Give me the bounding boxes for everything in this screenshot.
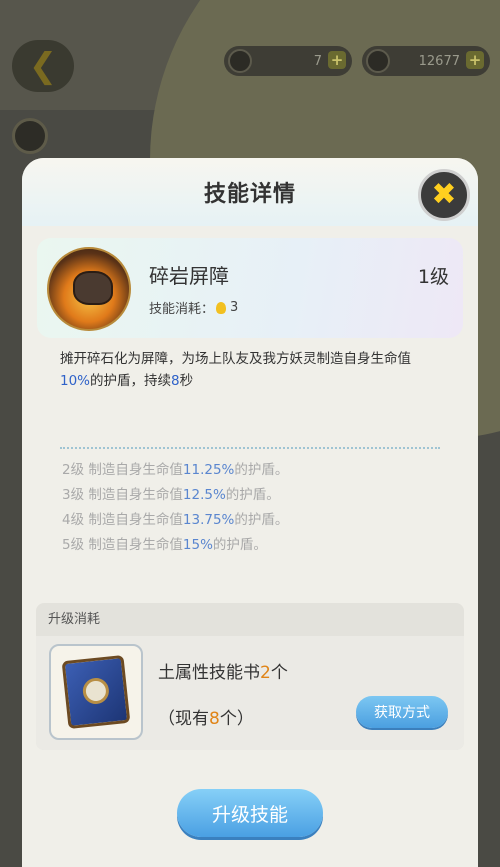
- required-item: 土属性技能书2个: [158, 658, 288, 683]
- desc-duration: 8: [171, 373, 180, 389]
- level-suffix: 的护盾。: [234, 512, 289, 528]
- level-suffix: 的护盾。: [225, 487, 280, 503]
- upgrade-cost-header: 升级消耗: [48, 612, 101, 627]
- level-label: 3级: [62, 487, 85, 503]
- level-value: 11.25%: [182, 462, 235, 478]
- upgrade-cost-panel: 升级消耗 土属性技能书2个 （现有8个） 获取方式: [36, 603, 464, 750]
- level-value: 12.5%: [182, 487, 226, 503]
- desc-part3: 秒: [179, 373, 194, 389]
- item-name: 土属性技能书: [158, 663, 260, 683]
- add-crystal-button[interactable]: +: [466, 51, 484, 69]
- currency-coin-value: 7: [313, 53, 322, 69]
- currency-crystal-pill: 12677 +: [362, 46, 490, 76]
- back-arrow-icon: ❮: [28, 46, 58, 86]
- skill-book-slot[interactable]: [49, 644, 143, 740]
- owned-prefix: （现有: [158, 709, 209, 729]
- upgrade-cost-body: 土属性技能书2个 （现有8个） 获取方式: [36, 636, 464, 750]
- close-icon: ✖: [431, 177, 457, 212]
- earth-element-icon: [12, 118, 48, 154]
- desc-part2: 的护盾，持续: [90, 373, 172, 389]
- energy-bulb-icon: [216, 301, 227, 314]
- crystal-icon: [366, 49, 390, 73]
- skill-level: 1级: [417, 266, 449, 288]
- skill-rock-barrier-icon: [47, 247, 131, 331]
- level-row: 5级 制造自身生命值15%的护盾。: [62, 533, 288, 558]
- level-row: 4级 制造自身生命值13.75%的护盾。: [62, 508, 288, 533]
- modal-title: 技能详情: [203, 182, 296, 207]
- earth-emblem-icon: [81, 676, 111, 706]
- level-prefix: 制造自身生命值: [88, 487, 183, 503]
- desc-percent: 10%: [60, 373, 91, 389]
- level-label: 2级: [62, 462, 85, 478]
- back-button[interactable]: ❮: [12, 40, 74, 92]
- skill-description: 摊开碎石化为屏障，为场上队友及我方妖灵制造自身生命值 10%的护盾，持续8秒: [60, 348, 440, 392]
- level-suffix: 的护盾。: [234, 462, 289, 478]
- add-coin-button[interactable]: +: [328, 51, 346, 69]
- owned-suffix: 个）: [219, 709, 254, 729]
- level-progression-list: 2级 制造自身生命值11.25%的护盾。 3级 制造自身生命值12.5%的护盾。…: [62, 458, 288, 558]
- level-prefix: 制造自身生命值: [88, 512, 183, 528]
- level-label: 4级: [62, 512, 85, 528]
- get-method-button[interactable]: 获取方式: [356, 696, 448, 728]
- level-prefix: 制造自身生命值: [88, 462, 183, 478]
- skill-name: 碎岩屏障: [149, 264, 229, 288]
- close-button[interactable]: ✖: [418, 169, 470, 221]
- earth-skill-book-icon: [61, 654, 131, 730]
- item-unit: 个: [270, 663, 288, 683]
- level-label: 5级: [62, 537, 85, 553]
- desc-part1: 摊开碎石化为屏障，为场上队友及我方妖灵制造自身生命值: [60, 351, 411, 367]
- level-prefix: 制造自身生命值: [88, 537, 183, 553]
- currency-coin-pill: 7 +: [224, 46, 352, 76]
- owned-item-count: （现有8个）: [158, 704, 254, 729]
- rock-icon: [73, 271, 113, 305]
- skill-cost-value: 3: [230, 300, 239, 315]
- skill-cost: 技能消耗： 3: [149, 298, 238, 317]
- upgrade-skill-button[interactable]: 升级技能: [177, 789, 323, 837]
- skill-cost-label: 技能消耗：: [149, 302, 215, 317]
- modal-header: 技能详情: [22, 158, 478, 226]
- level-row: 2级 制造自身生命值11.25%的护盾。: [62, 458, 288, 483]
- coin-icon: [228, 49, 252, 73]
- currency-crystal-value: 12677: [418, 53, 460, 69]
- skill-detail-modal: 技能详情 碎岩屏障 1级 技能消耗： 3 摊开碎石化为屏障，为场上队友及我方妖灵…: [22, 158, 478, 867]
- divider: [60, 447, 440, 449]
- skill-card: 碎岩屏障 1级 技能消耗： 3: [37, 238, 463, 338]
- owned-count: 8: [209, 709, 220, 729]
- level-value: 15%: [182, 537, 213, 553]
- level-row: 3级 制造自身生命值12.5%的护盾。: [62, 483, 288, 508]
- level-value: 13.75%: [182, 512, 235, 528]
- item-count: 2: [260, 663, 271, 683]
- level-suffix: 的护盾。: [212, 537, 267, 553]
